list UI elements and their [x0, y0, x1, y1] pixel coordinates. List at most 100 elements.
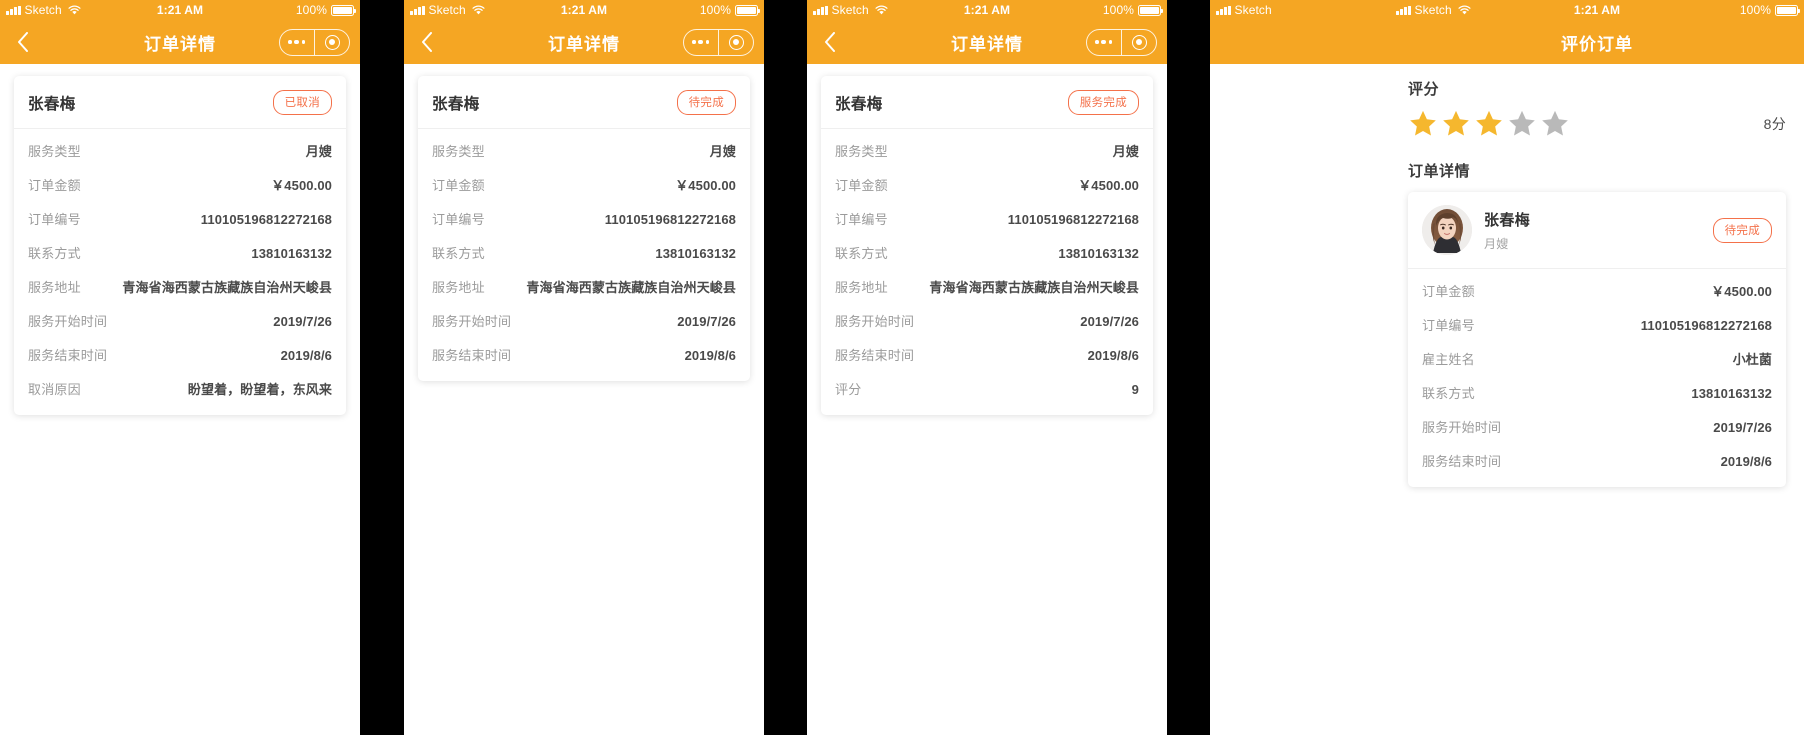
signal-bars-icon	[1216, 5, 1231, 15]
more-dots-icon[interactable]	[684, 30, 718, 55]
field-value: 青海省海西蒙古族藏族自治州天峻县	[929, 280, 1139, 295]
order-card: 张春梅 已取消 服务类型 月嫂 订单金额 ￥4500.00 订单编号 11010519…	[14, 76, 346, 415]
field-label: 服务结束时间	[835, 348, 915, 363]
rating-section-title: 评分	[1408, 81, 1440, 98]
field-value: 110105196812272168	[1007, 212, 1139, 227]
customer-name: 张春梅	[835, 95, 883, 113]
more-dots-icon[interactable]	[1087, 30, 1121, 55]
worker-meta: 张春梅 月嫂	[1484, 209, 1530, 252]
page-title: 评价订单	[1561, 34, 1633, 54]
field-value: 2019/7/26	[273, 314, 332, 329]
status-badge: 待完成	[1712, 217, 1772, 243]
back-button[interactable]	[10, 27, 36, 57]
field-value: 110105196812272168	[200, 212, 332, 227]
field-value: 2019/7/26	[1080, 314, 1139, 329]
table-row: 服务类型 月嫂	[28, 133, 332, 167]
table-row: 服务地址 青海省海西蒙古族藏族自治州天峻县	[835, 269, 1139, 303]
status-bar-time: 1:21 AM	[963, 3, 1011, 17]
target-circle-icon[interactable]	[315, 30, 349, 55]
star-empty-icon[interactable]	[1540, 109, 1570, 138]
field-value: 小杜菌	[1732, 352, 1772, 367]
order-field-list: 服务类型 月嫂 订单金额 ￥4500.00 订单编号 1101051968122721…	[14, 129, 346, 415]
field-value: 月嫂	[1112, 144, 1139, 159]
field-label: 服务结束时间	[28, 348, 108, 363]
status-bar-time: 1:21 AM	[560, 3, 608, 17]
table-row: 雇主姓名 小杜菌	[1422, 341, 1772, 375]
field-label: 订单编号	[28, 212, 81, 227]
status-bar: Sketch 1:21 AM 100%	[807, 0, 1167, 20]
table-row: 服务开始时间 2019/7/26	[1422, 409, 1772, 443]
table-row: 服务类型 月嫂	[835, 133, 1139, 167]
target-circle-icon[interactable]	[1122, 30, 1156, 55]
table-row: 联系方式 13810163132	[1422, 375, 1772, 409]
table-row: 订单金额 ￥4500.00	[28, 167, 332, 201]
phone-screen-order-detail-cancelled: Sketch 1:21 AM 100% 订单详情 张春梅 已取消 服务类型 月嫂…	[0, 0, 360, 735]
field-label: 服务开始时间	[28, 314, 108, 329]
field-label: 雇主姓名	[1422, 352, 1475, 367]
field-label: 订单编号	[1422, 318, 1475, 333]
table-row: 订单编号 110105196812272168	[835, 201, 1139, 235]
field-value: 2019/8/6	[1087, 348, 1139, 363]
nav-actions-group	[1085, 28, 1157, 56]
field-value: 9	[1131, 382, 1139, 397]
table-row: 联系方式 13810163132	[432, 235, 736, 269]
field-label: 订单编号	[835, 212, 888, 227]
field-label: 订单金额	[432, 178, 485, 193]
phone-screen-order-detail-pending: Sketch 1:21 AM 100% 订单详情 张春梅 待完成 服务类型 月嫂…	[404, 0, 764, 735]
status-bar-time: 1:21 AM	[1573, 3, 1621, 17]
status-bar: Sketch 1:21 AM 100%	[1390, 0, 1804, 20]
target-circle-icon[interactable]	[719, 30, 753, 55]
field-value: 盼望着，盼望着，东风来	[187, 382, 332, 397]
table-row: 服务地址 青海省海西蒙古族藏族自治州天峻县	[28, 269, 332, 303]
phone-screen-order-detail-completed-clip: Sketch	[1210, 0, 1390, 735]
phone-screen-order-review: Sketch 1:21 AM 100% 评价订单 评分 8分 订单详情 张春梅 …	[1390, 0, 1804, 735]
field-value: 2019/8/6	[1720, 454, 1772, 469]
order-card: 张春梅 月嫂 待完成 订单金额 ￥4500.00 订单编号 110105196812…	[1408, 192, 1786, 487]
table-row: 服务开始时间 2019/7/26	[835, 303, 1139, 337]
field-label: 取消原因	[28, 382, 81, 397]
field-value: 2019/7/26	[677, 314, 736, 329]
star-empty-icon[interactable]	[1507, 109, 1537, 138]
star-filled-icon[interactable]	[1474, 109, 1504, 138]
battery-full-icon	[735, 4, 761, 16]
field-label: 联系方式	[432, 246, 485, 261]
back-button[interactable]	[414, 27, 440, 57]
field-value: 青海省海西蒙古族藏族自治州天峻县	[122, 280, 332, 295]
table-row: 订单金额 ￥4500.00	[1422, 273, 1772, 307]
carrier-label: Sketch	[1234, 3, 1272, 17]
more-dots-icon[interactable]	[280, 30, 314, 55]
star-filled-icon[interactable]	[1441, 109, 1471, 138]
field-value: 月嫂	[305, 144, 332, 159]
nav-bar: 订单详情	[0, 20, 360, 64]
status-bar: Sketch	[1210, 0, 1390, 20]
field-value: 2019/8/6	[280, 348, 332, 363]
customer-name: 张春梅	[28, 95, 76, 113]
star-filled-icon[interactable]	[1408, 109, 1438, 138]
worker-header: 张春梅 月嫂 待完成	[1408, 192, 1786, 269]
field-value: 110105196812272168	[1640, 318, 1772, 333]
battery-full-icon	[331, 4, 357, 16]
field-value: ￥4500.00	[675, 178, 736, 193]
order-card: 张春梅 服务完成 服务类型 月嫂 订单金额 ￥4500.00 订单编号 1101051…	[821, 76, 1153, 415]
status-badge: 已取消	[272, 90, 332, 115]
status-bar: Sketch 1:21 AM 100%	[404, 0, 764, 20]
table-row: 订单编号 110105196812272168	[432, 201, 736, 235]
order-card-header: 张春梅 已取消	[14, 76, 346, 129]
field-label: 服务类型	[432, 144, 485, 159]
nav-bar: 订单详情	[807, 20, 1167, 64]
field-value: 13810163132	[1058, 246, 1139, 261]
field-value: ￥4500.00	[1078, 178, 1139, 193]
status-bar-left: Sketch	[1216, 3, 1272, 17]
table-row: 订单编号 110105196812272168	[28, 201, 332, 235]
table-row: 服务结束时间 2019/8/6	[835, 337, 1139, 371]
nav-actions-group	[682, 28, 754, 56]
back-button[interactable]	[817, 27, 843, 57]
star-rating[interactable]	[1408, 109, 1570, 138]
field-label: 服务地址	[28, 280, 81, 295]
field-label: 服务开始时间	[432, 314, 512, 329]
field-label: 服务开始时间	[835, 314, 915, 329]
order-field-list: 服务类型 月嫂 订单金额 ￥4500.00 订单编号 1101051968122721…	[418, 129, 750, 381]
score-value: 8分	[1763, 115, 1786, 132]
table-row: 订单金额 ￥4500.00	[432, 167, 736, 201]
rating-row: 8分	[1408, 109, 1786, 138]
